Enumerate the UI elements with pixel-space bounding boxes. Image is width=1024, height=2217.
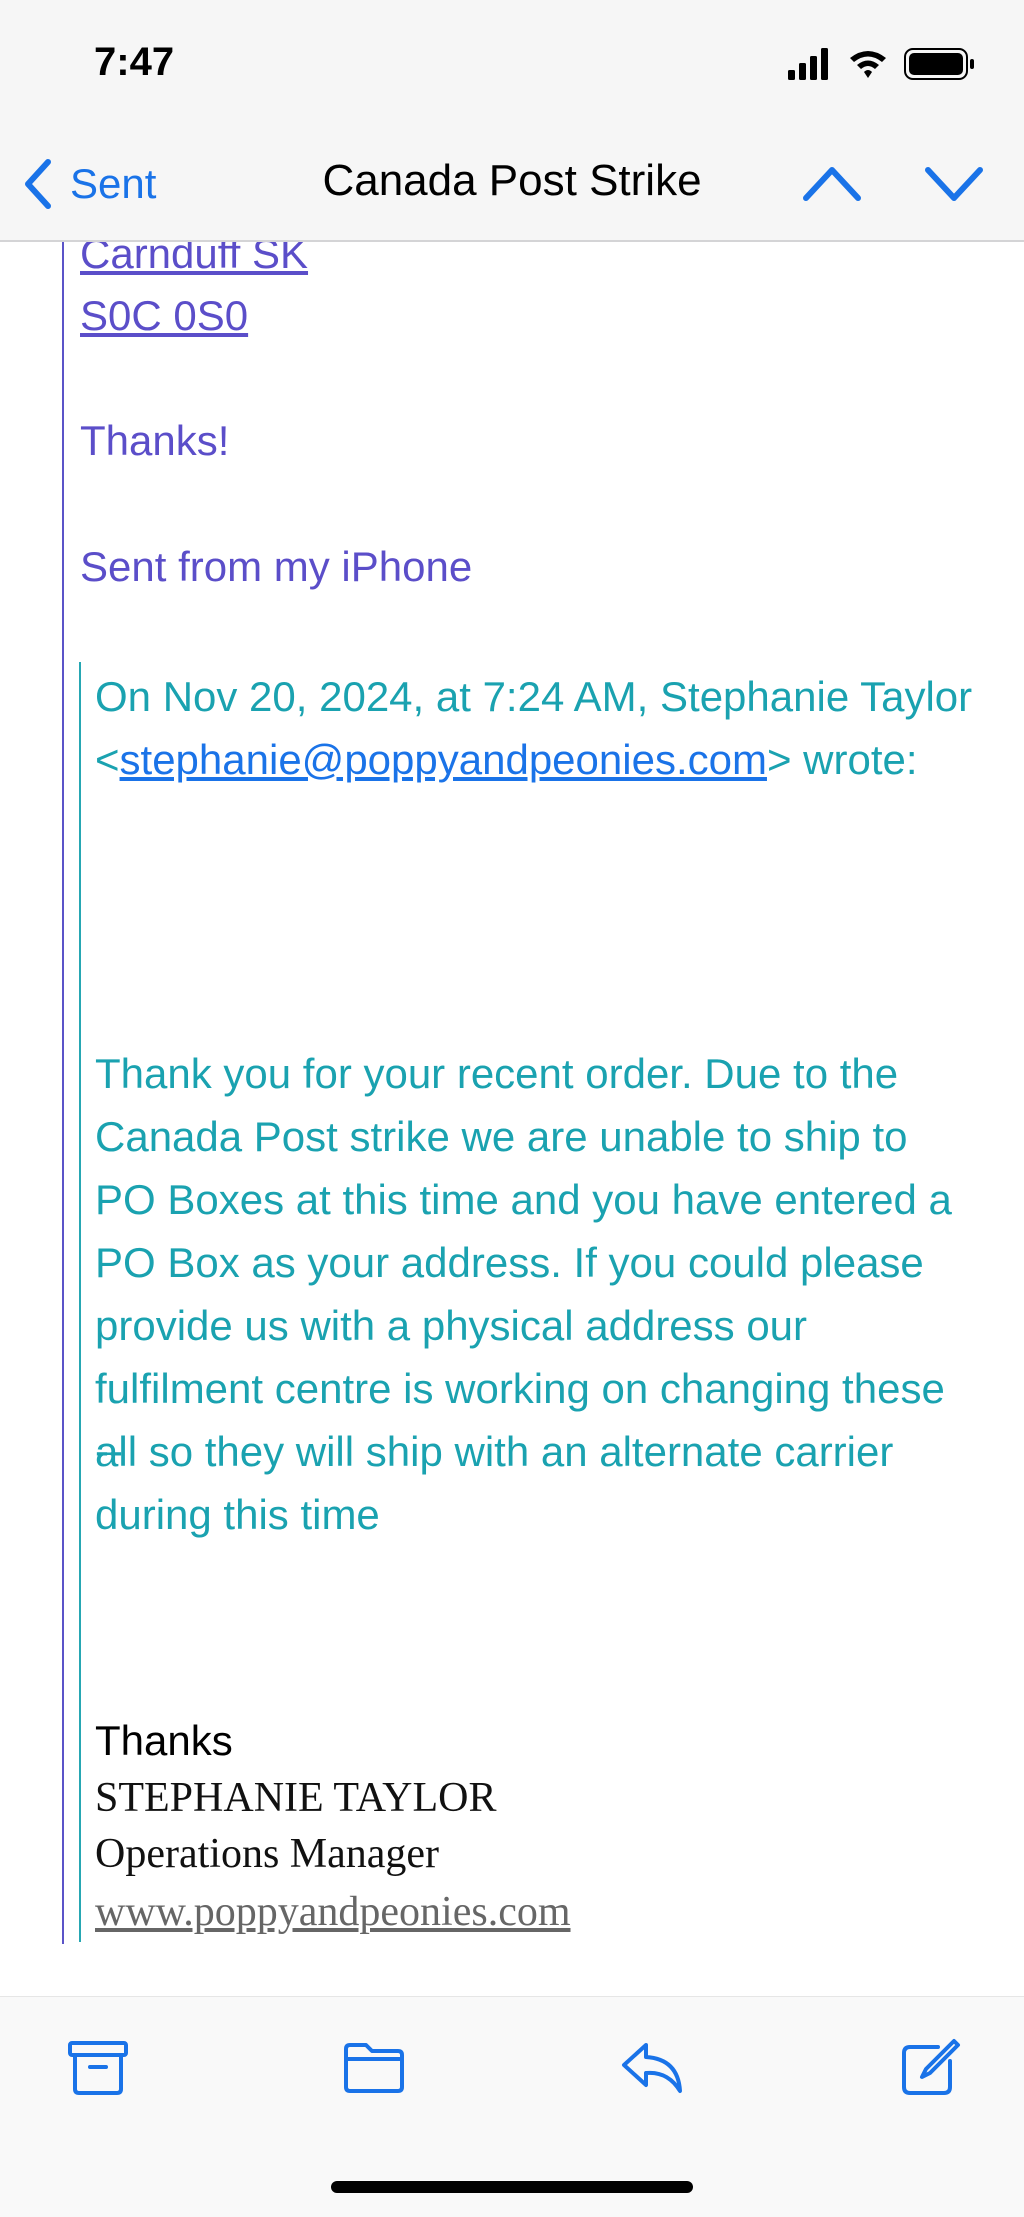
folder-icon[interactable] bbox=[342, 2037, 406, 2097]
chevron-up-icon[interactable] bbox=[802, 158, 862, 208]
signature-title: Operations Manager bbox=[95, 1831, 440, 1877]
quote-header: On Nov 20, 2024, at 7:24 AM, Stephanie T… bbox=[95, 665, 975, 791]
nav-bar: Sent Canada Post Strike bbox=[0, 130, 1024, 242]
message-navigation bbox=[802, 158, 984, 208]
quote-bar-inner bbox=[79, 662, 81, 1942]
wifi-icon bbox=[850, 51, 886, 78]
thanks-text: Thanks! bbox=[80, 417, 230, 464]
signature-thanks: Thanks bbox=[95, 1717, 233, 1764]
signature-website-link[interactable]: www.poppyandpeonies.com bbox=[95, 1888, 571, 1936]
quote-email-link[interactable]: stephanie@poppyandpeonies.com bbox=[120, 736, 767, 783]
home-indicator[interactable] bbox=[331, 2181, 693, 2193]
archive-icon[interactable] bbox=[66, 2037, 130, 2097]
status-time: 7:47 bbox=[94, 40, 175, 84]
quote-header-post: > wrote: bbox=[766, 736, 918, 783]
sent-from-text: Sent from my iPhone bbox=[80, 543, 473, 590]
address-line-2[interactable]: S0C 0S0 bbox=[80, 292, 248, 340]
signal-icon bbox=[788, 48, 828, 80]
status-icons bbox=[788, 48, 974, 80]
status-bar: 7:47 bbox=[0, 0, 1024, 130]
reply-icon[interactable] bbox=[620, 2037, 684, 2097]
address-line-1[interactable]: Carnduff SK bbox=[80, 242, 308, 278]
signature-name: STEPHANIE TAYLOR bbox=[95, 1775, 497, 1821]
email-body[interactable]: Carnduff SK S0C 0S0 Thanks! Sent from my… bbox=[0, 242, 1024, 1994]
compose-icon[interactable] bbox=[898, 2037, 962, 2097]
chevron-down-icon[interactable] bbox=[924, 158, 984, 208]
battery-icon bbox=[904, 48, 974, 80]
signature-dashes: -- bbox=[95, 1427, 123, 1474]
quote-bar-outer bbox=[62, 242, 64, 1944]
